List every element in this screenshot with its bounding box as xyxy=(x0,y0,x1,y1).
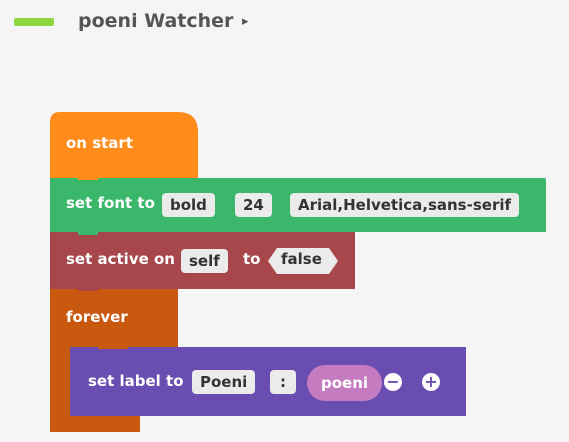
font-family-field[interactable]: Arial,Helvetica,sans-serif xyxy=(290,193,520,217)
notch xyxy=(78,225,98,235)
set-active-to-label: to xyxy=(243,250,261,268)
set-active-label: set active on xyxy=(66,250,175,268)
minus-icon[interactable]: − xyxy=(384,373,402,391)
on-start-label: on start xyxy=(66,134,133,152)
notch xyxy=(98,339,128,349)
notch xyxy=(78,281,98,291)
notch xyxy=(78,170,98,180)
poeni-variable-reporter[interactable]: poeni xyxy=(307,365,383,401)
font-size-field[interactable]: 24 xyxy=(235,193,272,217)
set-font-label: set font to xyxy=(66,194,155,212)
active-value-field[interactable]: false xyxy=(281,250,322,268)
plus-icon[interactable]: + xyxy=(422,373,440,391)
label-separator-field[interactable]: : xyxy=(270,370,296,394)
set-label-label: set label to xyxy=(88,372,184,390)
label-arg-text-field[interactable]: Poeni xyxy=(192,370,256,394)
active-target-field[interactable]: self xyxy=(181,249,228,273)
font-weight-field[interactable]: bold xyxy=(162,193,215,217)
forever-label: forever xyxy=(66,308,128,326)
